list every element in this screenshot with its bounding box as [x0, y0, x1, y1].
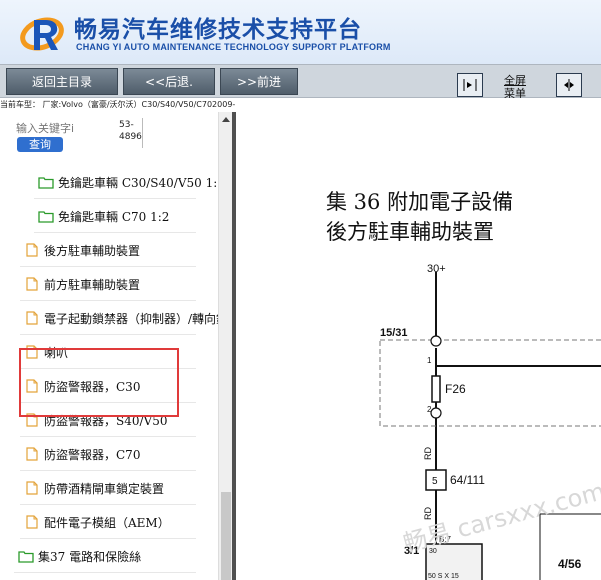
forward-button[interactable]: >>前进	[220, 68, 298, 95]
breadcrumb: 当前车型： 厂家:Volvo（富豪/沃尔沃）C30/S40/V50/C70200…	[0, 98, 601, 112]
app-title: 畅易汽车维修技术支持平台	[74, 17, 362, 43]
tree-item-label: 配件電子模組（AEM）	[44, 515, 170, 530]
ground-label: 15/31	[380, 327, 408, 339]
connector-pin-label: 5	[432, 476, 438, 487]
app-subtitle: CHANG YI AUTO MAINTENANCE TECHNOLOGY SUP…	[76, 42, 391, 52]
document-icon	[26, 515, 38, 529]
toolbar: 返回主目录 <<后退. >>前进 全屏 菜单	[0, 64, 601, 100]
tree-item-label: 免鑰匙車輛 C30/S40/V50 1:1	[58, 175, 218, 190]
tree-separator	[14, 572, 196, 573]
tree-item-label: 前方駐車輔助裝置	[44, 277, 141, 292]
folder-icon	[18, 551, 34, 563]
tree-file-item[interactable]: 電子起動鎖禁器（抑制器）/轉向鎖	[24, 301, 218, 335]
connector-label: 64/111	[450, 473, 485, 487]
right-ref-label: 4/56	[558, 557, 582, 571]
tree-folder-item[interactable]: 集37 電路和保險絲	[18, 539, 218, 573]
tree-file-item[interactable]: 防帶酒精閘車鎖定裝置	[24, 471, 204, 505]
highlight-box	[19, 348, 179, 417]
left-scrollbar[interactable]	[218, 112, 232, 580]
fullscreen-menu-link[interactable]: 全屏 菜单	[504, 74, 526, 100]
fuse-box-outline	[379, 339, 601, 427]
brand-logo	[20, 17, 64, 51]
document-icon	[26, 277, 38, 291]
folder-icon	[38, 177, 54, 189]
tree-item-label: 防盜警報器，C70	[44, 447, 141, 462]
search-input[interactable]	[16, 120, 116, 136]
junction-node	[430, 335, 442, 347]
wire-color-label: RD	[423, 507, 433, 520]
tree-item-label: 集37 電路和保險絲	[38, 549, 142, 564]
back-button[interactable]: <<后退.	[123, 68, 215, 95]
tree-file-item[interactable]: 配件電子模組（AEM）	[24, 505, 204, 539]
supply-label: 30+	[427, 263, 446, 275]
folder-icon	[38, 211, 54, 223]
circuit-drawing: 30+ 15/31 1 2 F26 RD 5 64/111 RD 3/1 B:7…	[379, 263, 601, 580]
pin-label: 2	[427, 405, 432, 414]
tree-item-label: 電子起動鎖禁器（抑制器）/轉向鎖	[44, 311, 218, 326]
tree-item-label: 防帶酒精閘車鎖定裝置	[44, 481, 165, 496]
pin-label: 1	[427, 356, 432, 365]
junction-node	[430, 407, 442, 419]
tree-file-item[interactable]: 後方駐車輔助裝置	[24, 233, 174, 267]
code-line-1: 53-	[119, 120, 134, 130]
document-icon	[26, 447, 38, 461]
scroll-up-arrow-icon[interactable]	[219, 114, 233, 126]
fuse-symbol	[431, 375, 441, 403]
home-button[interactable]: 返回主目录	[6, 68, 118, 95]
module-bottom-label: 50 S X 15	[428, 573, 459, 580]
document-icon	[26, 311, 38, 325]
wire-color-label: RD	[423, 447, 433, 460]
fuse-label: F26	[445, 382, 466, 396]
tree-item-label: 後方駐車輔助裝置	[44, 243, 141, 258]
left-panel: 查询 53- 4896 免鑰匙車輛 C30/S40/V50 1:1 免鑰匙車輛 C…	[0, 112, 232, 580]
wiring-diagram: 集 36 附加電子設備 後方駐車輔助裝置 30+ 15/31 1 2 F26 R…	[236, 112, 601, 580]
collapse-panel-icon	[463, 79, 477, 91]
search-button[interactable]: 查询	[17, 137, 63, 152]
code-readout: 53- 4896	[119, 119, 142, 143]
scrollbar-thumb[interactable]	[221, 492, 231, 580]
tree-folder-item[interactable]: 免鑰匙車輛 C30/S40/V50 1:1	[38, 165, 218, 199]
tree-file-item[interactable]: 前方駐車輔助裝置	[24, 267, 174, 301]
code-line-2: 4896	[119, 132, 142, 142]
expand-panel-button[interactable]	[556, 73, 582, 97]
fullscreen-label: 全屏	[504, 74, 526, 87]
tree-item-label: 免鑰匙車輛 C70 1:2	[58, 209, 170, 224]
collapse-panel-button[interactable]	[457, 73, 483, 97]
expand-panel-icon	[564, 79, 574, 91]
document-icon	[26, 481, 38, 495]
divider	[142, 118, 143, 148]
tree-folder-item[interactable]: 免鑰匙車輛 C70 1:2	[38, 199, 218, 233]
document-icon	[26, 243, 38, 257]
tree-file-item[interactable]: 防盜警報器，C70	[24, 437, 204, 471]
header: 畅易汽车维修技术支持平台 CHANG YI AUTO MAINTENANCE T…	[0, 0, 601, 64]
